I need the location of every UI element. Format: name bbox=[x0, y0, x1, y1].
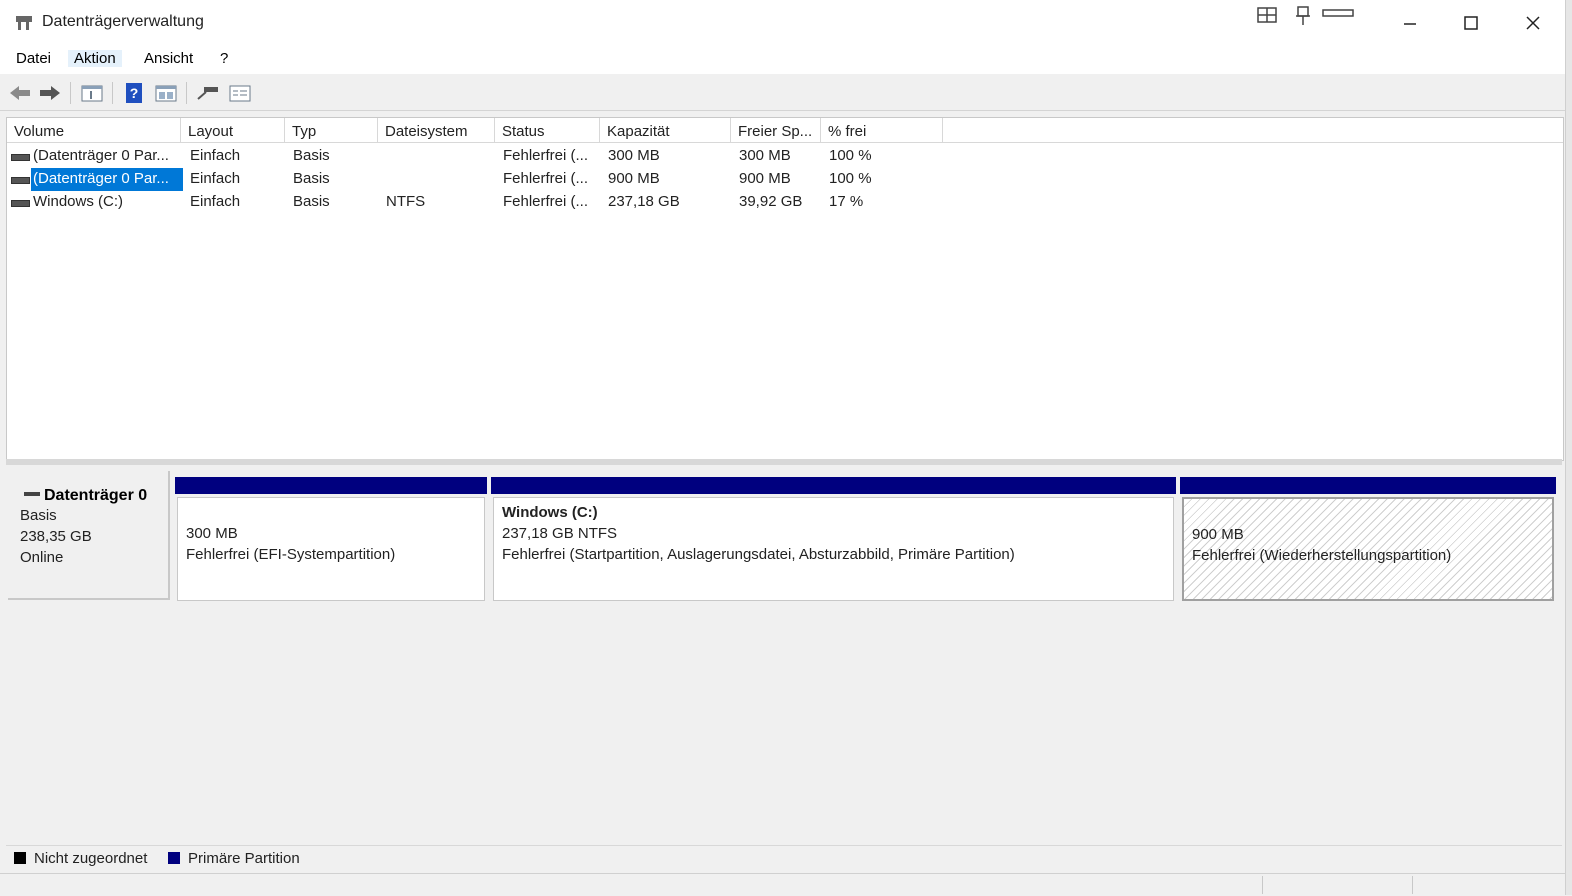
partition-recovery[interactable]: 900 MB Fehlerfrei (Wiederherstellungspar… bbox=[1180, 477, 1556, 601]
connect-icon[interactable] bbox=[196, 82, 220, 104]
column-header-volume[interactable]: Volume bbox=[7, 118, 181, 143]
disk-type: Basis bbox=[20, 507, 57, 524]
legend-swatch-primary bbox=[168, 852, 180, 864]
cell-volume: Windows (C:) bbox=[33, 193, 124, 210]
partition-bar bbox=[175, 477, 487, 494]
snap-layout-icon[interactable] bbox=[1257, 6, 1277, 26]
partition-body: 300 MB Fehlerfrei (EFI-Systempartition) bbox=[177, 497, 485, 601]
cell-status: Fehlerfrei (... bbox=[503, 170, 589, 187]
window-right-edge bbox=[1565, 0, 1572, 895]
properties-list-icon[interactable] bbox=[154, 82, 178, 104]
partition-status: Fehlerfrei (Wiederherstellungspartition) bbox=[1192, 547, 1452, 564]
disk-graphical-view: Datenträger 0 Basis 238,35 GB Online 300… bbox=[6, 465, 1562, 839]
cell-layout: Einfach bbox=[190, 147, 241, 164]
toolbar-separator bbox=[112, 82, 113, 104]
volume-icon bbox=[11, 177, 30, 184]
partition-bar bbox=[1180, 477, 1556, 494]
legend-label-primary: Primäre Partition bbox=[188, 850, 300, 867]
partition-size: 300 MB bbox=[186, 525, 238, 542]
column-header-typ[interactable]: Typ bbox=[285, 118, 378, 143]
column-header-kapazitaet[interactable]: Kapazität bbox=[600, 118, 731, 143]
minimize-button[interactable] bbox=[1388, 8, 1432, 38]
disk-management-icon bbox=[16, 16, 32, 30]
status-bar-separator bbox=[1262, 876, 1263, 894]
column-header-freier-speicher[interactable]: Freier Sp... bbox=[731, 118, 821, 143]
pin-icon[interactable] bbox=[1294, 6, 1312, 26]
volume-icon bbox=[11, 154, 30, 161]
column-header-filler bbox=[943, 118, 1563, 143]
partition-windows-c[interactable]: Windows (C:) 237,18 GB NTFS Fehlerfrei (… bbox=[491, 477, 1176, 601]
svg-text:?: ? bbox=[130, 85, 139, 101]
partition-label: Windows (C:) bbox=[502, 504, 598, 521]
cell-status: Fehlerfrei (... bbox=[503, 147, 589, 164]
disk-info-panel[interactable]: Datenträger 0 Basis 238,35 GB Online bbox=[8, 471, 170, 600]
maximize-icon bbox=[1464, 16, 1478, 30]
cell-volume: (Datenträger 0 Par... bbox=[33, 170, 169, 187]
cell-layout: Einfach bbox=[190, 193, 241, 210]
legend: Nicht zugeordnet Primäre Partition bbox=[6, 845, 1562, 872]
partition-efi[interactable]: 300 MB Fehlerfrei (EFI-Systempartition) bbox=[175, 477, 487, 601]
close-icon bbox=[1526, 16, 1540, 30]
maximize-button[interactable] bbox=[1449, 8, 1493, 38]
table-row-selected[interactable]: (Datenträger 0 Par... Einfach Basis Fehl… bbox=[7, 168, 1007, 191]
menu-ansicht[interactable]: Ansicht bbox=[138, 50, 199, 67]
table-row[interactable]: Windows (C:) Einfach Basis NTFS Fehlerfr… bbox=[7, 191, 1007, 214]
menu-datei[interactable]: Datei bbox=[10, 50, 57, 67]
cell-kapazitaet: 300 MB bbox=[608, 147, 660, 164]
legend-swatch-unallocated bbox=[14, 852, 26, 864]
disk-state: Online bbox=[20, 549, 64, 566]
column-header-prozent-frei[interactable]: % frei bbox=[821, 118, 943, 143]
disk-size: 238,35 GB bbox=[20, 528, 92, 545]
title-bar: Datenträgerverwaltung bbox=[0, 0, 1572, 44]
column-header-dateisystem[interactable]: Dateisystem bbox=[378, 118, 495, 143]
partition-bar bbox=[491, 477, 1176, 494]
cell-typ: Basis bbox=[293, 147, 330, 164]
cell-layout: Einfach bbox=[190, 170, 241, 187]
volume-list: Volume Layout Typ Dateisystem Status Kap… bbox=[6, 117, 1564, 461]
cell-typ: Basis bbox=[293, 170, 330, 187]
compact-overlay-icon[interactable] bbox=[1322, 6, 1354, 26]
help-icon[interactable]: ? bbox=[122, 82, 146, 104]
close-button[interactable] bbox=[1511, 8, 1555, 38]
menu-help[interactable]: ? bbox=[214, 50, 234, 67]
legend-label-unallocated: Nicht zugeordnet bbox=[34, 850, 148, 867]
toolbar-separator bbox=[70, 82, 71, 104]
menu-aktion[interactable]: Aktion bbox=[68, 50, 122, 67]
partition-status: Fehlerfrei (EFI-Systempartition) bbox=[186, 546, 396, 563]
status-bar-separator bbox=[1412, 876, 1413, 894]
back-arrow-icon[interactable] bbox=[8, 82, 32, 104]
partition-status: Fehlerfrei (Startpartition, Auslagerungs… bbox=[502, 546, 1015, 563]
table-row[interactable]: (Datenträger 0 Par... Einfach Basis Fehl… bbox=[7, 145, 1007, 168]
partition-size: 900 MB bbox=[1192, 526, 1244, 543]
disk-icon bbox=[24, 492, 40, 496]
minimize-icon bbox=[1404, 23, 1416, 25]
partition-size: 237,18 GB NTFS bbox=[502, 525, 618, 542]
window-title: Datenträgerverwaltung bbox=[42, 13, 204, 30]
cell-freier-speicher: 900 MB bbox=[739, 170, 791, 187]
status-bar bbox=[0, 873, 1572, 896]
column-header-status[interactable]: Status bbox=[495, 118, 600, 143]
cell-volume: (Datenträger 0 Par... bbox=[33, 147, 169, 164]
cell-dateisystem: NTFS bbox=[386, 193, 426, 210]
cell-prozent-frei: 17 % bbox=[829, 193, 864, 210]
toolbar: ? bbox=[0, 76, 1572, 111]
cell-freier-speicher: 300 MB bbox=[739, 147, 791, 164]
toolbar-separator bbox=[186, 82, 187, 104]
cell-prozent-frei: 100 % bbox=[829, 170, 872, 187]
console-tree-icon[interactable] bbox=[80, 82, 104, 104]
cell-status: Fehlerfrei (... bbox=[503, 193, 589, 210]
partition-body: 900 MB Fehlerfrei (Wiederherstellungspar… bbox=[1182, 497, 1554, 601]
disk-name: Datenträger 0 bbox=[44, 487, 148, 504]
column-header-layout[interactable]: Layout bbox=[181, 118, 285, 143]
cell-freier-speicher: 39,92 GB bbox=[739, 193, 803, 210]
details-view-icon[interactable] bbox=[228, 82, 252, 104]
cell-kapazitaet: 237,18 GB bbox=[608, 193, 680, 210]
forward-arrow-icon[interactable] bbox=[38, 82, 62, 104]
cell-kapazitaet: 900 MB bbox=[608, 170, 660, 187]
cell-prozent-frei: 100 % bbox=[829, 147, 872, 164]
volume-icon bbox=[11, 200, 30, 207]
menu-bar: Datei Aktion Ansicht ? bbox=[0, 44, 1572, 74]
cell-typ: Basis bbox=[293, 193, 330, 210]
partition-body: Windows (C:) 237,18 GB NTFS Fehlerfrei (… bbox=[493, 497, 1174, 601]
